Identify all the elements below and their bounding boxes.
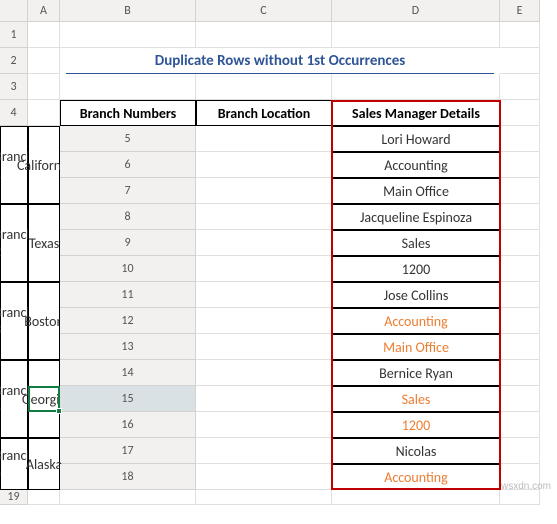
row-head[interactable]: 5 bbox=[60, 126, 196, 152]
header-sales-manager-details[interactable]: Sales Manager Details bbox=[332, 100, 500, 126]
cell[interactable] bbox=[500, 100, 540, 126]
cell[interactable] bbox=[500, 438, 540, 464]
page-title: Duplicate Rows without 1st Occurrences bbox=[60, 48, 500, 74]
cell[interactable] bbox=[500, 204, 540, 230]
row-head[interactable]: 6 bbox=[60, 152, 196, 178]
detail-cell[interactable]: Accounting bbox=[332, 152, 500, 178]
cell[interactable] bbox=[28, 490, 60, 505]
watermark: wsxdn.com bbox=[501, 481, 551, 492]
cell[interactable] bbox=[196, 386, 332, 412]
detail-cell-duplicate[interactable]: 1200 bbox=[332, 412, 500, 438]
row-head[interactable]: 4 bbox=[0, 100, 28, 126]
row-head[interactable]: 14 bbox=[60, 360, 196, 386]
cell[interactable] bbox=[196, 204, 332, 230]
cell[interactable] bbox=[28, 100, 60, 126]
cell[interactable] bbox=[500, 360, 540, 386]
cell[interactable] bbox=[332, 490, 500, 505]
detail-cell[interactable]: Jose Collins bbox=[332, 282, 500, 308]
row-head[interactable]: 12 bbox=[60, 308, 196, 334]
cell[interactable] bbox=[500, 412, 540, 438]
row-head[interactable]: 19 bbox=[0, 490, 28, 505]
detail-cell[interactable]: 1200 bbox=[332, 256, 500, 282]
cell[interactable] bbox=[196, 438, 332, 464]
col-head-d[interactable]: D bbox=[332, 0, 500, 22]
spreadsheet-grid[interactable]: A B C D E 1 2 Duplicate Rows without 1st… bbox=[0, 0, 557, 505]
cell[interactable] bbox=[500, 126, 540, 152]
detail-cell-duplicate[interactable]: Accounting bbox=[332, 464, 500, 490]
detail-cell[interactable]: Main Office bbox=[332, 178, 500, 204]
row-head[interactable]: 11 bbox=[60, 282, 196, 308]
cell[interactable] bbox=[196, 412, 332, 438]
cell[interactable] bbox=[196, 22, 332, 48]
fill-handle[interactable] bbox=[56, 408, 62, 414]
cell[interactable] bbox=[28, 74, 60, 100]
row-head[interactable]: 9 bbox=[60, 230, 196, 256]
cell[interactable] bbox=[500, 334, 540, 360]
cell[interactable] bbox=[28, 48, 60, 74]
row-head[interactable]: 16 bbox=[60, 412, 196, 438]
cell[interactable] bbox=[60, 74, 196, 100]
cell[interactable] bbox=[500, 178, 540, 204]
branch-number[interactable]: Branch 5 bbox=[0, 438, 28, 490]
branch-location[interactable]: Boston bbox=[28, 282, 60, 360]
cell[interactable] bbox=[196, 308, 332, 334]
branch-location[interactable]: Texas bbox=[28, 204, 60, 282]
cell[interactable] bbox=[500, 490, 540, 505]
cell[interactable] bbox=[60, 22, 196, 48]
cell[interactable] bbox=[332, 74, 500, 100]
cell[interactable] bbox=[500, 256, 540, 282]
row-head[interactable]: 3 bbox=[0, 74, 28, 100]
cell[interactable] bbox=[500, 48, 540, 74]
header-branch-numbers[interactable]: Branch Numbers bbox=[60, 100, 196, 126]
cell[interactable] bbox=[196, 74, 332, 100]
detail-cell-duplicate[interactable]: Main Office bbox=[332, 334, 500, 360]
cell[interactable] bbox=[196, 126, 332, 152]
cell[interactable] bbox=[196, 334, 332, 360]
row-head[interactable]: 2 bbox=[0, 48, 28, 74]
row-head[interactable]: 18 bbox=[60, 464, 196, 490]
row-head[interactable]: 8 bbox=[60, 204, 196, 230]
cell[interactable] bbox=[196, 178, 332, 204]
col-head-a[interactable]: A bbox=[28, 0, 60, 22]
row-head[interactable]: 7 bbox=[60, 178, 196, 204]
col-head-c[interactable]: C bbox=[196, 0, 332, 22]
cell[interactable] bbox=[196, 152, 332, 178]
cell[interactable] bbox=[196, 464, 332, 490]
col-head-b[interactable]: B bbox=[60, 0, 196, 22]
header-branch-location[interactable]: Branch Location bbox=[196, 100, 332, 126]
cell[interactable] bbox=[500, 74, 540, 100]
detail-cell[interactable]: Lori Howard bbox=[332, 126, 500, 152]
row-head-selected[interactable]: 15 bbox=[60, 386, 196, 412]
row-head[interactable]: 10 bbox=[60, 256, 196, 282]
cell[interactable] bbox=[28, 22, 60, 48]
detail-cell[interactable]: Nicolas bbox=[332, 438, 500, 464]
row-head[interactable]: 17 bbox=[60, 438, 196, 464]
detail-cell[interactable]: Jacqueline Espinoza bbox=[332, 204, 500, 230]
cell[interactable] bbox=[500, 152, 540, 178]
branch-number[interactable]: Branch 2 bbox=[0, 204, 28, 282]
cell[interactable] bbox=[196, 360, 332, 386]
cell[interactable] bbox=[500, 386, 540, 412]
cell[interactable] bbox=[196, 256, 332, 282]
cell[interactable] bbox=[196, 490, 332, 505]
cell[interactable] bbox=[500, 308, 540, 334]
cell[interactable] bbox=[196, 282, 332, 308]
branch-location[interactable]: Alaska bbox=[28, 438, 60, 490]
select-all-corner[interactable] bbox=[0, 0, 28, 22]
branch-location[interactable]: Georgia bbox=[28, 360, 60, 438]
detail-cell[interactable]: Sales bbox=[332, 230, 500, 256]
row-head[interactable]: 13 bbox=[60, 334, 196, 360]
detail-cell-duplicate[interactable]: Accounting bbox=[332, 308, 500, 334]
col-head-e[interactable]: E bbox=[500, 0, 540, 22]
branch-location[interactable]: California bbox=[28, 126, 60, 204]
cell[interactable] bbox=[500, 22, 540, 48]
cell[interactable] bbox=[60, 490, 196, 505]
row-head[interactable]: 1 bbox=[0, 22, 28, 48]
cell[interactable] bbox=[500, 282, 540, 308]
cell[interactable] bbox=[500, 230, 540, 256]
cell[interactable] bbox=[332, 22, 500, 48]
detail-cell-duplicate[interactable]: Sales bbox=[332, 386, 500, 412]
detail-cell[interactable]: Bernice Ryan bbox=[332, 360, 500, 386]
cell[interactable] bbox=[196, 230, 332, 256]
